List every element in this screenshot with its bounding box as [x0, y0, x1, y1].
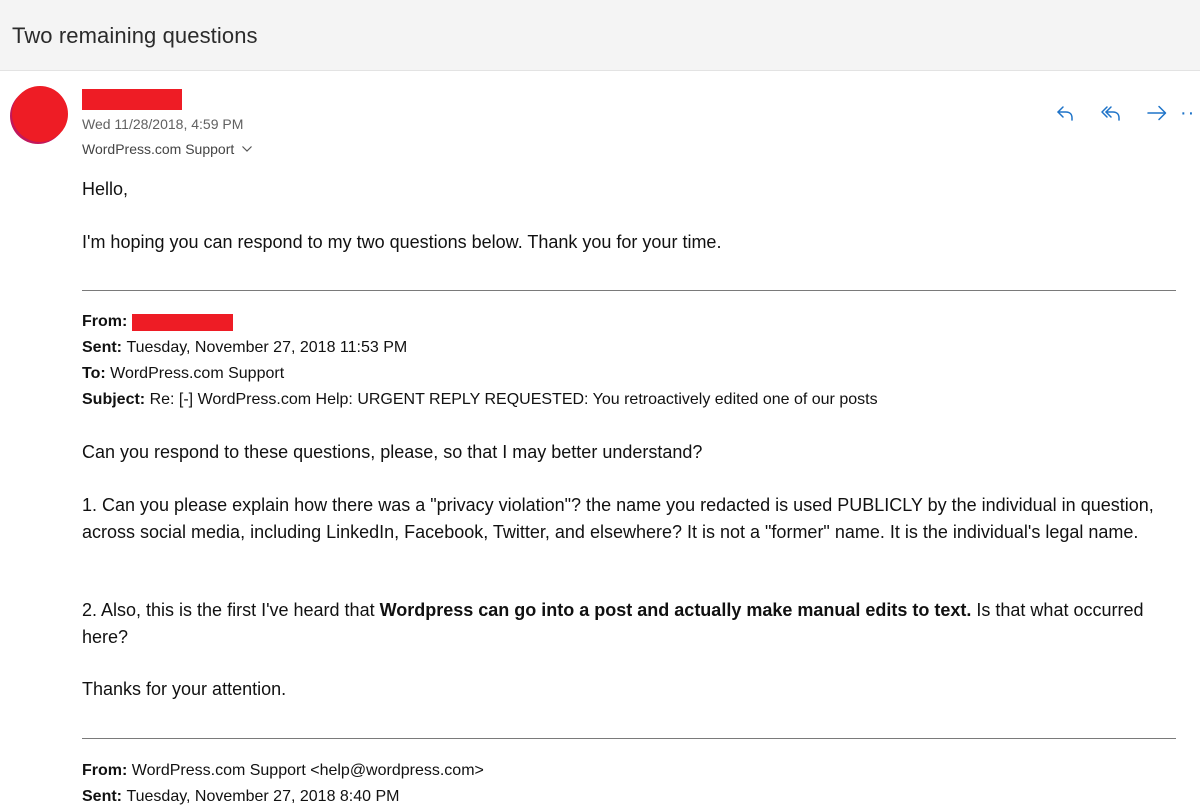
greeting: Hello, — [82, 179, 129, 199]
reply-icon — [1057, 106, 1073, 121]
to-value: WordPress.com Support — [110, 365, 285, 382]
from-redacted — [132, 314, 233, 331]
forward-icon — [1147, 105, 1167, 121]
subject-label: Subject: — [82, 391, 150, 408]
from-label: From: — [82, 762, 132, 779]
question-2-prefix: 2. Also, this is the first I've heard th… — [82, 600, 380, 620]
question-2-bold: Wordpress can go into a post and actuall… — [379, 600, 972, 620]
reply-all-icon — [1101, 106, 1120, 121]
quoted-subject-line: Subject: Re: [-] WordPress.com Help: URG… — [82, 387, 878, 413]
ask-text: Can you respond to these questions, plea… — [82, 442, 703, 462]
sent-label: Sent: — [82, 788, 127, 805]
subject-bar: Two remaining questions — [0, 0, 1200, 71]
forward-button[interactable] — [1134, 98, 1180, 128]
more-actions-button[interactable]: ·· — [1180, 98, 1200, 128]
recipient-line[interactable]: WordPress.com Support — [82, 141, 254, 157]
quoted-from-line: From: — [82, 309, 233, 335]
sent-label: Sent: — [82, 339, 127, 356]
sender-name-redacted — [82, 89, 182, 110]
quoted-sent-line: Sent: Tuesday, November 27, 2018 11:53 P… — [82, 335, 407, 361]
intro-text: I'm hoping you can respond to my two que… — [82, 232, 722, 252]
thanks-text: Thanks for your attention. — [82, 679, 287, 699]
divider — [82, 738, 1176, 739]
sent-value: Tuesday, November 27, 2018 11:53 PM — [126, 339, 408, 356]
question-1: 1. Can you please explain how there was … — [82, 495, 1154, 542]
sent-value: Tuesday, November 27, 2018 8:40 PM — [126, 788, 400, 805]
to-label: To: — [82, 365, 111, 382]
chevron-down-icon[interactable] — [240, 142, 254, 156]
reply-button[interactable] — [1042, 98, 1088, 128]
quoted2-sent-line: Sent: Tuesday, November 27, 2018 8:40 PM — [82, 784, 400, 810]
question-2: 2. Also, this is the first I've heard th… — [82, 597, 1176, 650]
quoted2-from-line: From: WordPress.com Support <help@wordpr… — [82, 758, 484, 784]
sender-avatar[interactable] — [12, 86, 68, 142]
subject-value: Re: [-] WordPress.com Help: URGENT REPLY… — [149, 391, 878, 408]
recipient-name: WordPress.com Support — [82, 141, 235, 157]
from-value: WordPress.com Support <help@wordpress.co… — [131, 762, 484, 779]
subject-title: Two remaining questions — [12, 23, 258, 48]
reply-all-button[interactable] — [1088, 98, 1134, 128]
quoted-to-line: To: WordPress.com Support — [82, 361, 284, 387]
from-label: From: — [82, 313, 128, 330]
message-date: Wed 11/28/2018, 4:59 PM — [82, 116, 244, 132]
divider — [82, 290, 1176, 291]
message-actions: ·· — [1042, 98, 1200, 128]
more-icon: ·· — [1180, 101, 1196, 124]
